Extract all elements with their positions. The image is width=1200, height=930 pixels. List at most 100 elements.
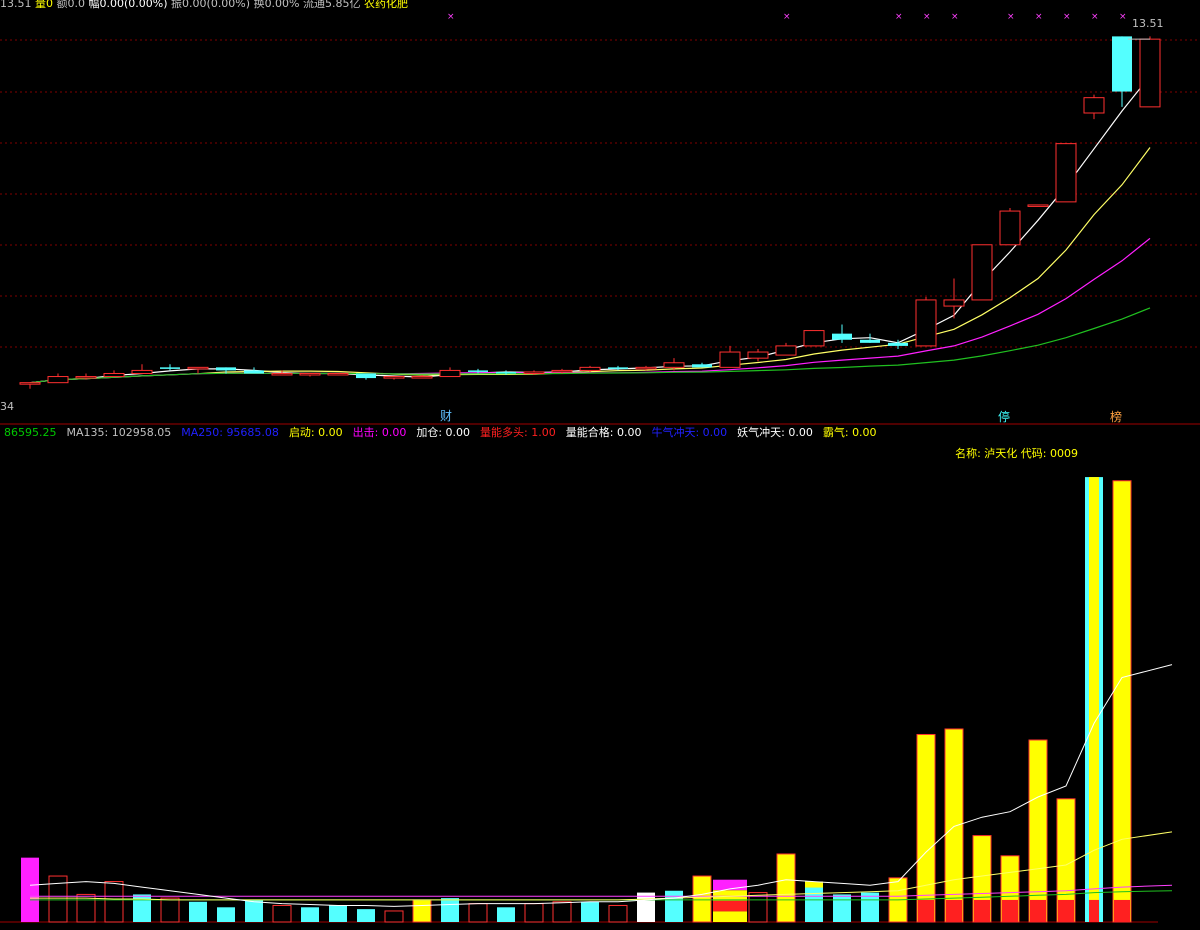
volume-bar-inner (1089, 477, 1099, 922)
indicator-value: 102958.05 (111, 426, 172, 439)
volume-bar (805, 881, 823, 922)
last-price: 13.51 (0, 0, 32, 10)
indicator-item: 量能合格: 0.00 (566, 426, 642, 439)
candle-up (775, 345, 797, 356)
event-label-finance[interactable]: 财 (440, 407, 452, 424)
candle-up (1027, 204, 1049, 207)
volume-label: 量 (35, 0, 46, 10)
volume-bar (301, 907, 319, 922)
indicator-value: 0.00 (318, 426, 343, 439)
volume-bar (665, 890, 683, 922)
volume-bar-base (946, 899, 962, 922)
volume-bar-base (1002, 899, 1018, 922)
indicator-item: 量能多头: 1.00 (480, 426, 556, 439)
candle-up (75, 376, 97, 379)
limit-marker: × (923, 12, 931, 22)
candle-down (888, 342, 908, 346)
volume-bar (833, 894, 851, 922)
stock-chart[interactable]: × × × × × × × × × × (0, 0, 1200, 930)
candle-up (1083, 97, 1105, 114)
limit-marker: × (1035, 12, 1043, 22)
volume-bar (776, 853, 796, 923)
stock-code: 0009 (1050, 447, 1078, 460)
indicator-value: 0.00 (445, 426, 471, 439)
volume-bar (497, 907, 515, 922)
event-label-halt[interactable]: 停 (998, 408, 1010, 425)
candle-up (383, 376, 405, 379)
candle-up (747, 351, 769, 359)
candle-up (187, 366, 209, 370)
limit-marker: × (1091, 12, 1099, 22)
event-label-rank[interactable]: 榜 (1110, 408, 1122, 425)
volume-bar (441, 898, 459, 922)
candle-up (803, 330, 825, 347)
indicator-item: 加仓: 0.00 (416, 426, 470, 439)
candle-up (19, 382, 41, 385)
amount-label: 额 (56, 0, 68, 10)
stock-name-label: 名称: (955, 447, 985, 460)
candle-up (719, 351, 741, 368)
change-label: 幅 (88, 0, 100, 10)
volume-bar (160, 897, 180, 923)
volume-bar (245, 899, 263, 922)
candle-up (411, 376, 433, 379)
indicator-label: 启动: (288, 426, 319, 439)
stock-identity: 名称: 泸天化 代码: 0009 (955, 445, 1078, 461)
float-value: 5.85亿 (325, 0, 361, 10)
candle-up (943, 299, 965, 307)
candle-down (608, 367, 628, 369)
indicator-label: 妖气冲天: (737, 426, 789, 439)
candle-down (692, 364, 712, 368)
volume-bar-base (1058, 899, 1074, 922)
volume-bar (329, 905, 347, 922)
candle-down (1112, 36, 1132, 92)
volume-bar (916, 733, 936, 923)
amplitude-value: 0.00(0.00%) (182, 0, 251, 10)
candle-up (999, 210, 1021, 246)
turnover-label: 换 (253, 0, 265, 10)
candle-up (1055, 143, 1077, 203)
indicator-label: 霸气: (822, 426, 853, 439)
indicator-value: 0.00 (852, 426, 877, 439)
candle-up (47, 376, 69, 384)
volume-bar (357, 909, 375, 922)
indicator-item: 启动: 0.00 (289, 426, 343, 439)
candle-up (439, 369, 461, 378)
volume-bar (468, 903, 488, 923)
volume-bar (748, 892, 768, 923)
change-value: 0.00(0.00%) (99, 0, 168, 10)
volume-bar (608, 904, 628, 923)
indicator-label: MA135: (66, 426, 112, 439)
volume-bar-base (918, 899, 934, 922)
candle-up (579, 366, 601, 371)
volume-bar (713, 900, 747, 912)
indicator-item: 妖气冲天: 0.00 (737, 426, 813, 439)
candle-up (551, 369, 573, 373)
volume-bar-base (1030, 899, 1046, 922)
candle-up (971, 244, 993, 301)
indicator-value: 86595.25 (4, 426, 57, 439)
volume-bar (524, 903, 544, 923)
volume-bar (713, 911, 747, 922)
volume-bar (944, 728, 964, 923)
candle-up (131, 369, 153, 374)
candle-up (327, 372, 349, 376)
stock-code-label: 代码: (1017, 447, 1050, 460)
indicator-label: 加仓: (416, 426, 446, 439)
candle-up (1139, 38, 1161, 108)
indicator-value: 0.00 (788, 426, 813, 439)
volume-value: 0 (46, 0, 53, 10)
volume-bar (581, 901, 599, 922)
volume-bar (861, 892, 879, 922)
indicator-label: 量能多头: (480, 426, 532, 439)
candle-up (663, 362, 685, 368)
candle-down (216, 367, 236, 371)
indicator-legend: 86595.25 MA135: 102958.05 MA250: 95685.08 启… (4, 426, 887, 440)
volume-bar (21, 857, 39, 922)
candle-up (915, 299, 937, 347)
indicator-label: 量能合格: (565, 426, 617, 439)
volume-bar (637, 892, 655, 922)
limit-marker: × (1119, 12, 1127, 22)
indicator-label: MA250: (181, 426, 227, 439)
indicator-label: 出击: (352, 426, 382, 439)
